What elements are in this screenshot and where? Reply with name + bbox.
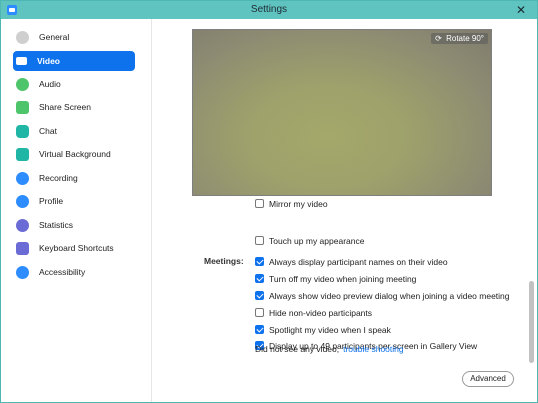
keyboard-icon <box>16 241 29 255</box>
display-names-option[interactable]: Always display participant names on thei… <box>255 255 448 268</box>
sidebar-item-accessibility[interactable]: Accessibility <box>13 262 135 282</box>
spotlight-checkbox[interactable] <box>255 325 264 334</box>
sidebar-item-audio[interactable]: Audio <box>13 74 135 94</box>
touch-up-label: Touch up my appearance <box>269 235 365 246</box>
profile-icon <box>16 194 29 208</box>
trouble-shooting-link[interactable]: trouble shooting <box>343 344 404 354</box>
spotlight-label: Spotlight my video when I speak <box>269 324 391 335</box>
sidebar-item-label: Video <box>37 56 60 66</box>
hide-non-video-label: Hide non-video participants <box>269 307 373 318</box>
rotate-icon: ⟳ <box>435 33 442 43</box>
preview-dialog-option[interactable]: Always show video preview dialog when jo… <box>255 289 510 302</box>
sidebar-item-label: Statistics <box>39 220 74 230</box>
no-video-text: Did not see any video, <box>255 343 340 354</box>
accessibility-icon <box>16 265 29 279</box>
settings-window: Settings ✕ General Video Audio Share Scr… <box>0 0 538 403</box>
statistics-icon <box>16 218 29 232</box>
share-screen-icon <box>16 100 29 114</box>
video-camera-icon <box>16 57 27 65</box>
display-names-checkbox[interactable] <box>255 257 264 266</box>
turn-off-video-option[interactable]: Turn off my video when joining meeting <box>255 272 416 285</box>
touch-up-checkbox[interactable] <box>255 236 264 245</box>
sidebar-item-label: Recording <box>39 173 78 183</box>
meetings-section-label: Meetings: <box>204 256 244 266</box>
no-video-help: Did not see any video, trouble shooting <box>255 342 404 355</box>
turn-off-video-label: Turn off my video when joining meeting <box>269 273 417 284</box>
sidebar-item-label: Audio <box>39 79 61 89</box>
headphones-icon <box>16 77 29 91</box>
chat-icon <box>16 124 29 138</box>
touch-up-option[interactable]: Touch up my appearance <box>255 234 364 247</box>
sidebar-item-label: Accessibility <box>39 267 86 277</box>
virtual-background-icon <box>16 147 29 161</box>
sidebar-item-general[interactable]: General <box>13 27 135 47</box>
sidebar-item-profile[interactable]: Profile <box>13 191 135 211</box>
sidebar-item-chat[interactable]: Chat <box>13 121 135 141</box>
sidebar-item-label: Chat <box>39 126 57 136</box>
hide-non-video-checkbox[interactable] <box>255 308 264 317</box>
gear-icon <box>16 30 29 44</box>
sidebar-item-recording[interactable]: Recording <box>13 168 135 188</box>
video-preview: ⟳ Rotate 90° <box>192 29 492 196</box>
recording-icon <box>16 171 29 185</box>
mirror-video-checkbox[interactable] <box>255 199 264 208</box>
close-button[interactable]: ✕ <box>513 2 529 18</box>
sidebar-item-share-screen[interactable]: Share Screen <box>13 97 135 117</box>
preview-dialog-label: Always show video preview dialog when jo… <box>269 290 510 301</box>
title-bar[interactable]: Settings ✕ <box>1 1 537 19</box>
sidebar-item-keyboard-shortcuts[interactable]: Keyboard Shortcuts <box>13 238 135 258</box>
sidebar-item-label: Keyboard Shortcuts <box>39 243 114 253</box>
display-names-label: Always display participant names on thei… <box>269 256 448 267</box>
rotate-label: Rotate 90° <box>446 34 484 43</box>
sidebar-item-virtual-background[interactable]: Virtual Background <box>13 144 135 164</box>
sidebar-item-label: Share Screen <box>39 102 91 112</box>
mirror-video-option[interactable]: Mirror my video <box>255 197 328 210</box>
mirror-video-label: Mirror my video <box>269 198 328 209</box>
turn-off-video-checkbox[interactable] <box>255 274 264 283</box>
sidebar-item-label: Virtual Background <box>39 149 111 159</box>
sidebar-item-label: Profile <box>39 196 64 206</box>
spotlight-option[interactable]: Spotlight my video when I speak <box>255 323 391 336</box>
scrollbar-thumb[interactable] <box>529 281 534 363</box>
rotate-button[interactable]: ⟳ Rotate 90° <box>431 33 488 44</box>
sidebar-item-statistics[interactable]: Statistics <box>13 215 135 235</box>
video-settings-panel: ⟳ Rotate 90° Mirror my video Touch up my… <box>152 19 537 402</box>
preview-dialog-checkbox[interactable] <box>255 291 264 300</box>
sidebar-item-video[interactable]: Video <box>13 51 135 71</box>
settings-scroll-area[interactable]: Mirror my video Touch up my appearance M… <box>152 196 527 362</box>
hide-non-video-option[interactable]: Hide non-video participants <box>255 306 372 319</box>
window-title: Settings <box>250 4 288 15</box>
sidebar-item-label: General <box>39 32 70 42</box>
advanced-button[interactable]: Advanced <box>462 371 514 387</box>
settings-sidebar: General Video Audio Share Screen Chat Vi… <box>1 19 152 402</box>
